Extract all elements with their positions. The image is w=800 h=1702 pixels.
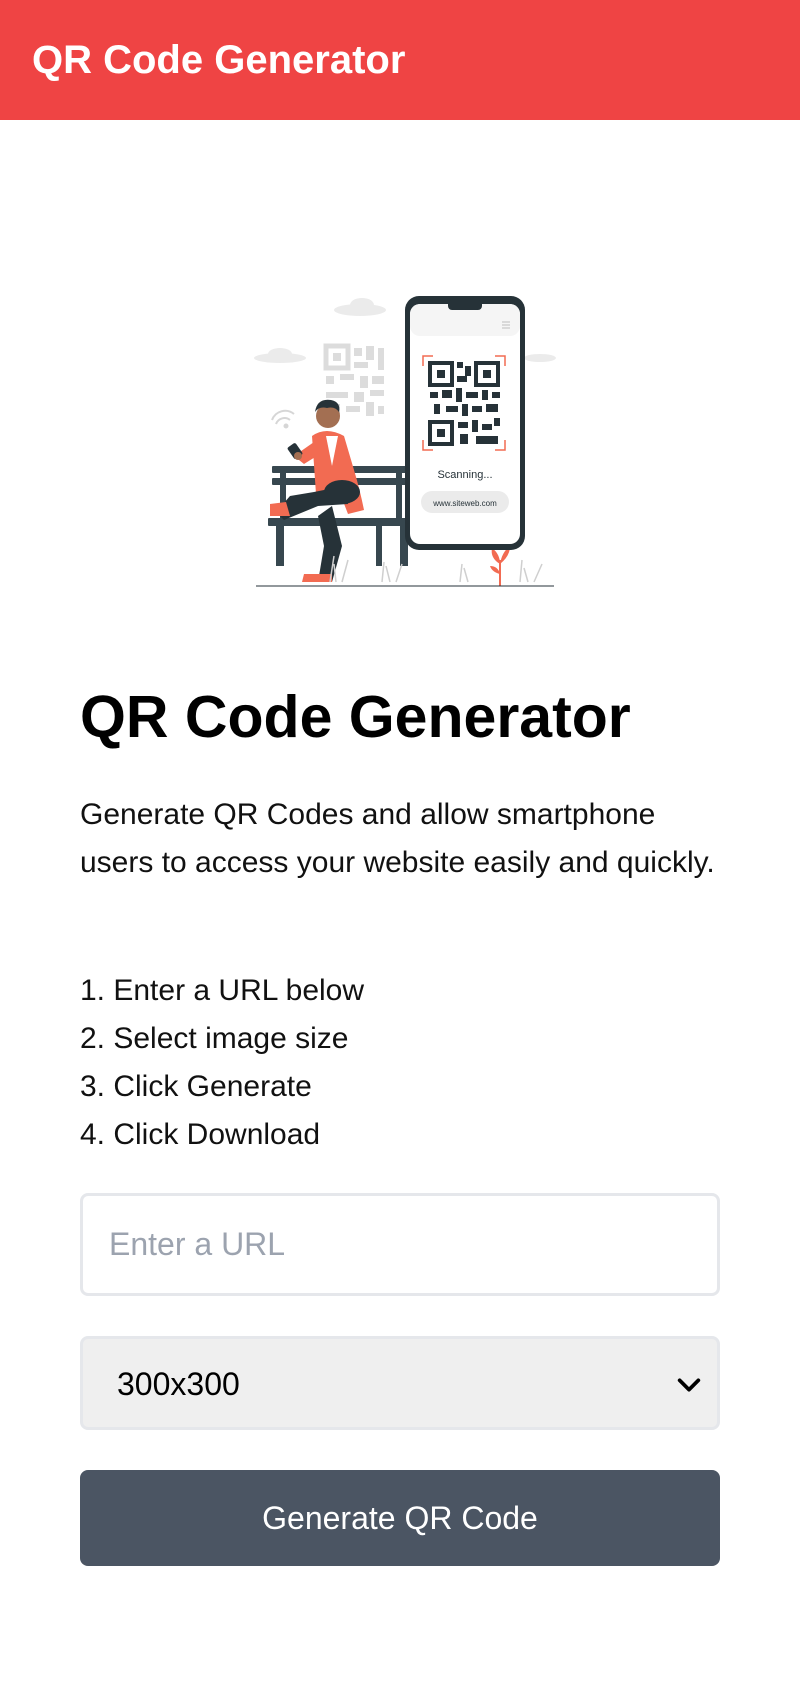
generate-qr-button[interactable]: Generate QR Code: [80, 1470, 720, 1566]
step-item: 1. Enter a URL below: [80, 974, 365, 1007]
url-input[interactable]: [80, 1193, 720, 1296]
scanning-text: Scanning...: [437, 469, 492, 481]
step-item: 2. Select image size: [80, 1022, 349, 1055]
size-select-value: 300x300: [117, 1366, 240, 1402]
wifi-icon: [271, 409, 295, 429]
grass-icon: [329, 555, 543, 583]
step-item: 4. Click Download: [80, 1118, 321, 1151]
chevron-down-icon: [677, 1378, 701, 1392]
phone-icon: Scanning... www.siteweb.com: [405, 296, 525, 550]
steps-list: 1. Enter a URL below 2. Select image siz…: [80, 967, 364, 1159]
qr-scan-illustration: Scanning... www.siteweb.com: [250, 296, 560, 592]
header-title: QR Code Generator: [32, 38, 406, 82]
plant-icon: [490, 546, 510, 586]
app-header: QR Code Generator: [0, 0, 800, 120]
page-description: Generate QR Codes and allow smartphone u…: [80, 798, 715, 879]
step-item: 3. Click Generate: [80, 1070, 312, 1103]
url-badge-text: www.siteweb.com: [432, 499, 497, 508]
size-select[interactable]: 300x300: [80, 1336, 720, 1430]
page-title: QR Code Generator: [80, 684, 631, 750]
